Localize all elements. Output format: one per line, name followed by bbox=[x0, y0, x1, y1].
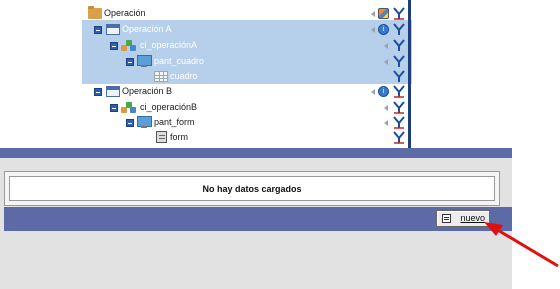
blocks-icon bbox=[121, 102, 137, 114]
minus-toggle-icon[interactable] bbox=[94, 26, 102, 34]
folder-icon bbox=[88, 6, 102, 19]
document-icon bbox=[442, 214, 451, 223]
tool-icon[interactable] bbox=[393, 116, 405, 129]
minus-toggle-icon[interactable] bbox=[110, 42, 118, 50]
tool-icon[interactable] bbox=[393, 7, 405, 20]
arrow-left-icon[interactable] bbox=[371, 27, 375, 33]
tree-node-label: Operación bbox=[104, 8, 146, 18]
tree-panel-border bbox=[408, 0, 411, 148]
tool-icon[interactable] bbox=[393, 85, 405, 98]
nuevo-button[interactable]: nuevo bbox=[436, 210, 490, 227]
arrow-left-icon[interactable] bbox=[371, 11, 375, 17]
tool-icon[interactable] bbox=[393, 101, 405, 114]
minus-toggle-icon[interactable] bbox=[126, 58, 134, 66]
panel-header-bar bbox=[0, 148, 512, 158]
empty-data-message: No hay datos cargados bbox=[9, 176, 495, 201]
grid-icon bbox=[154, 71, 168, 82]
tree-node-label: Operación B bbox=[122, 86, 173, 96]
tree-node-ci-operacion-b[interactable]: ci_operaciónB bbox=[110, 100, 412, 115]
tree-node-ci-operacion-a[interactable]: ci_operaciónA bbox=[110, 38, 412, 53]
window-icon bbox=[106, 24, 120, 35]
tree-node-pant-form[interactable]: pant_form bbox=[126, 115, 412, 130]
tree-node-label: pant_form bbox=[154, 117, 195, 127]
component-tree: Operación Operación A i ci_operaciónA pa… bbox=[74, 0, 412, 144]
tool-icon[interactable] bbox=[393, 39, 405, 52]
tree-node-operacion[interactable]: Operación bbox=[88, 6, 412, 21]
tree-node-label: ci_operaciónA bbox=[140, 40, 198, 50]
screen-icon bbox=[136, 116, 152, 129]
edit-badge-icon[interactable] bbox=[378, 8, 389, 19]
blocks-icon bbox=[121, 40, 137, 52]
minus-toggle-icon[interactable] bbox=[94, 88, 102, 96]
window-icon bbox=[106, 86, 120, 97]
tree-node-form[interactable]: form bbox=[156, 130, 412, 145]
tree-node-label: form bbox=[170, 132, 188, 142]
tool-icon[interactable] bbox=[393, 131, 405, 144]
screen-icon bbox=[136, 55, 152, 68]
message-box: No hay datos cargados bbox=[4, 171, 500, 206]
arrow-left-icon[interactable] bbox=[384, 43, 388, 49]
info-circle-icon[interactable]: i bbox=[378, 86, 389, 97]
tree-node-operacion-b[interactable]: Operación B i bbox=[94, 84, 412, 99]
minus-toggle-icon[interactable] bbox=[126, 119, 134, 127]
tool-icon[interactable] bbox=[393, 70, 405, 83]
nuevo-button-label: nuevo bbox=[460, 213, 485, 223]
form-icon bbox=[156, 131, 167, 143]
tree-node-label: Operación A bbox=[122, 24, 172, 34]
arrow-left-icon[interactable] bbox=[384, 59, 388, 65]
tool-icon[interactable] bbox=[393, 23, 405, 36]
tree-node-label: ci_operaciónB bbox=[140, 102, 198, 112]
arrow-left-icon[interactable] bbox=[384, 120, 388, 126]
minus-toggle-icon[interactable] bbox=[110, 104, 118, 112]
info-circle-icon[interactable]: i bbox=[378, 24, 389, 35]
tree-node-label: cuadro bbox=[170, 71, 198, 81]
tree-node-operacion-a[interactable]: Operación A i bbox=[94, 22, 412, 37]
tree-node-label: pant_cuadro bbox=[154, 56, 205, 66]
arrow-left-icon[interactable] bbox=[384, 105, 388, 111]
arrow-left-icon[interactable] bbox=[371, 89, 375, 95]
tree-node-pant-cuadro[interactable]: pant_cuadro bbox=[126, 54, 412, 69]
tree-node-cuadro[interactable]: cuadro bbox=[154, 69, 412, 84]
screen: Operación Operación A i ci_operaciónA pa… bbox=[0, 0, 560, 289]
tool-icon[interactable] bbox=[393, 55, 405, 68]
